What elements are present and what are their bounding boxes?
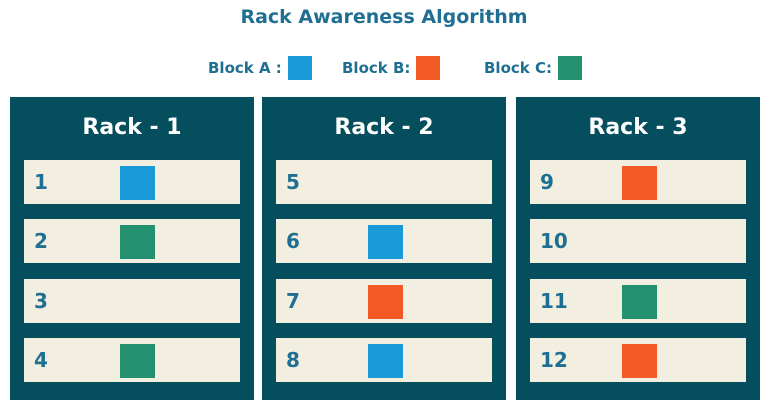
block-a: [368, 344, 403, 378]
rack-slot: 3: [24, 279, 240, 323]
block-c: [120, 344, 155, 378]
rack-slot: 4: [24, 338, 240, 382]
rack-title: Rack - 3: [588, 115, 688, 140]
slot-number: 7: [286, 289, 300, 313]
rack-slot: 5: [276, 160, 492, 204]
legend-item-block-c: Block C:: [484, 55, 582, 81]
rack-1: Rack - 1 1 2 3 4: [10, 97, 254, 400]
block-a: [368, 225, 403, 259]
block-c: [622, 285, 657, 319]
legend-swatch-block-c: [557, 56, 582, 80]
legend-label-block-b: Block B:: [342, 59, 411, 77]
rack-slot: 12: [530, 338, 746, 382]
legend-label-block-c: Block C:: [484, 59, 552, 77]
block-b: [622, 344, 657, 378]
rack-title: Rack - 1: [82, 115, 182, 140]
rack-slot: 1: [24, 160, 240, 204]
block-c: [120, 225, 155, 259]
block-b: [368, 285, 403, 319]
rack-slot: 2: [24, 219, 240, 263]
rack-slot: 9: [530, 160, 746, 204]
rack-3: Rack - 3 9 10 11 12: [516, 97, 760, 400]
legend-swatch-block-b: [416, 56, 441, 80]
legend-label-block-a: Block A :: [208, 59, 282, 77]
slot-number: 1: [34, 170, 48, 194]
rack-slot: 8: [276, 338, 492, 382]
slot-number: 4: [34, 348, 48, 372]
rack-slot: 10: [530, 219, 746, 263]
legend-item-block-a: Block A :: [208, 55, 312, 81]
slot-number: 6: [286, 229, 300, 253]
legend-swatch-block-a: [287, 56, 312, 80]
slot-number: 10: [540, 229, 568, 253]
block-a: [120, 166, 155, 200]
slot-number: 12: [540, 348, 568, 372]
block-b: [622, 166, 657, 200]
slot-number: 8: [286, 348, 300, 372]
slot-number: 9: [540, 170, 554, 194]
slot-number: 2: [34, 229, 48, 253]
rack-slot: 7: [276, 279, 492, 323]
legend-item-block-b: Block B:: [342, 55, 441, 81]
rack-slot: 11: [530, 279, 746, 323]
rack-2: Rack - 2 5 6 7 8: [262, 97, 506, 400]
slot-number: 11: [540, 289, 568, 313]
diagram-title: Rack Awareness Algorithm: [240, 6, 528, 28]
slot-number: 3: [34, 289, 48, 313]
rack-slot: 6: [276, 219, 492, 263]
slot-number: 5: [286, 170, 300, 194]
rack-title: Rack - 2: [334, 115, 434, 140]
